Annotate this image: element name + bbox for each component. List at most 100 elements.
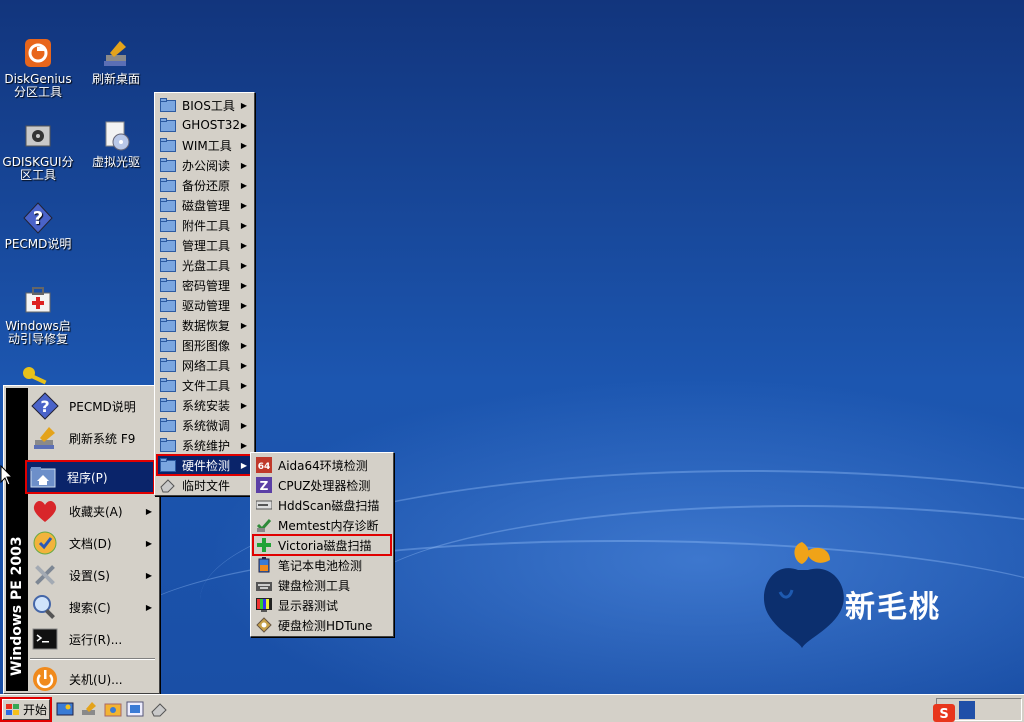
programs-item-14[interactable]: 文件工具 ▶ [157, 375, 252, 395]
submenu-arrow-icon: ▶ [240, 340, 247, 350]
desktop-icon-gdiskgui[interactable]: GDISKGUI分区工具 [0, 120, 76, 182]
programs-item-9[interactable]: 密码管理 ▶ [157, 275, 252, 295]
start-item-search[interactable]: 搜索(C) ▶ [28, 591, 157, 623]
submenu-arrow-icon: ▶ [145, 570, 152, 580]
hardware-item-8[interactable]: 硬盘检测HDTune [253, 615, 391, 635]
quicklaunch-desktop-icon[interactable] [56, 700, 74, 718]
hardware-item-6[interactable]: 键盘检测工具 [253, 575, 391, 595]
submenu-arrow-icon: ▶ [240, 240, 247, 250]
diskgenius-icon [25, 39, 51, 67]
folder-icon [160, 138, 176, 152]
documents-icon [33, 531, 57, 555]
start-item-pecmd-help[interactable]: ? PECMD说明 [28, 390, 157, 422]
programs-item-19[interactable]: 临时文件 [157, 475, 252, 495]
submenu-arrow-icon: ▶ [240, 460, 247, 470]
folder-icon [160, 338, 176, 352]
programs-item-0[interactable]: BIOS工具 ▶ [157, 95, 252, 115]
submenu-arrow-icon: ▶ [240, 220, 247, 230]
quicklaunch-broom-icon[interactable] [80, 700, 98, 718]
desktop-icon-pecmd[interactable]: ? PECMD说明 [0, 202, 76, 251]
folder-icon [160, 98, 176, 112]
brand-text: 新毛桃 [845, 590, 941, 625]
hardware-item-1[interactable]: Z CPUZ处理器检测 [253, 475, 391, 495]
start-item-run[interactable]: 运行(R)... [28, 623, 157, 655]
hardware-item-5[interactable]: 笔记本电池检测 [253, 555, 391, 575]
folder-icon [160, 438, 176, 452]
mouse-cursor-icon [0, 465, 14, 486]
start-item-documents[interactable]: 文档(D) ▶ [28, 527, 157, 559]
system-tray: S [933, 698, 1022, 722]
submenu-arrow-icon: ▶ [240, 160, 247, 170]
folder-icon [160, 118, 176, 132]
hardware-item-2[interactable]: HddScan磁盘扫描 [253, 495, 391, 515]
folder-icon [160, 178, 176, 192]
programs-item-18[interactable]: 硬件检测 ▶ [156, 454, 253, 476]
programs-item-15[interactable]: 系统安装 ▶ [157, 395, 252, 415]
monitor-test-icon [256, 598, 272, 612]
programs-item-10[interactable]: 驱动管理 ▶ [157, 295, 252, 315]
folder-icon [160, 398, 176, 412]
folder-icon [160, 358, 176, 372]
submenu-arrow-icon: ▶ [145, 538, 152, 548]
hardware-item-0[interactable]: 64 Aida64环境检测 [253, 455, 391, 475]
submenu-arrow-icon: ▶ [240, 280, 247, 290]
desktop-icon-diskgenius[interactable]: DiskGenius分区工具 [0, 37, 76, 99]
quicklaunch-eraser-icon[interactable] [150, 700, 168, 718]
programs-item-12[interactable]: 图形图像 ▶ [157, 335, 252, 355]
svg-text:S: S [939, 707, 948, 722]
folder-icon [160, 218, 176, 232]
programs-item-1[interactable]: GHOST32 ▶ [157, 115, 252, 135]
tools-icon [35, 565, 55, 585]
hardware-item-4[interactable]: Victoria磁盘扫描 [252, 534, 392, 556]
start-button[interactable]: 开始 [0, 697, 52, 722]
first-aid-kit-icon [25, 287, 51, 313]
broom-icon [104, 41, 126, 66]
quicklaunch-screen-icon[interactable] [126, 700, 144, 718]
hardware-item-3[interactable]: Memtest内存诊断 [253, 515, 391, 535]
hardware-item-7[interactable]: 显示器测试 [253, 595, 391, 615]
quicklaunch-explorer-icon[interactable] [104, 700, 122, 718]
taskbar: 开始 S [0, 694, 1024, 722]
folder-icon [160, 458, 176, 472]
programs-item-2[interactable]: WIM工具 ▶ [157, 135, 252, 155]
folder-icon [160, 318, 176, 332]
programs-item-17[interactable]: 系统维护 ▶ [157, 435, 252, 455]
programs-item-3[interactable]: 办公阅读 ▶ [157, 155, 252, 175]
terminal-icon [32, 628, 58, 650]
ime-mode-icon[interactable] [959, 701, 975, 719]
folder-icon [160, 278, 176, 292]
programs-item-6[interactable]: 附件工具 ▶ [157, 215, 252, 235]
programs-item-7[interactable]: 管理工具 ▶ [157, 235, 252, 255]
submenu-arrow-icon: ▶ [240, 260, 247, 270]
hddscan-icon [256, 500, 272, 510]
brand-logo: 新毛桃 [760, 540, 990, 650]
start-item-refresh-system[interactable]: 刷新系统 F9 [28, 422, 157, 454]
programs-item-8[interactable]: 光盘工具 ▶ [157, 255, 252, 275]
start-item-settings[interactable]: 设置(S) ▶ [28, 559, 157, 591]
start-item-programs[interactable]: 程序(P) [25, 460, 155, 494]
programs-item-16[interactable]: 系统微调 ▶ [157, 415, 252, 435]
submenu-arrow-icon: ▶ [240, 400, 247, 410]
desktop-icon-virtual-drive[interactable]: 虚拟光驱 [78, 120, 154, 169]
programs-item-11[interactable]: 数据恢复 ▶ [157, 315, 252, 335]
start-item-favorites[interactable]: 收藏夹(A) ▶ [28, 495, 157, 527]
hdtune-icon [256, 617, 272, 633]
programs-submenu: BIOS工具 ▶ GHOST32 ▶ WIM工具 ▶ 办公阅读 ▶ 备份还原 ▶ 磁盘管理 ▶ 附件工具… [154, 92, 255, 496]
hardware-submenu: 64 Aida64环境检测 Z CPUZ处理器检测 HddScan磁盘扫描 Memtest… [250, 452, 394, 637]
magnifier-icon [33, 595, 55, 619]
ime-logo-icon[interactable]: S [933, 704, 955, 722]
offscreen-icons [0, 0, 160, 4]
desktop-icon-boot-repair[interactable]: Windows启动引导修复 [0, 284, 76, 346]
programs-folder-icon [30, 467, 56, 488]
tray-clock[interactable] [981, 701, 1019, 717]
programs-item-13[interactable]: 网络工具 ▶ [157, 355, 252, 375]
heart-icon [33, 501, 57, 522]
folder-icon [160, 418, 176, 432]
svg-text:?: ? [33, 208, 43, 229]
desktop-icon-refresh[interactable]: 刷新桌面 [78, 37, 154, 86]
submenu-arrow-icon: ▶ [240, 320, 247, 330]
start-item-shutdown[interactable]: 关机(U)... [28, 663, 157, 695]
submenu-arrow-icon: ▶ [240, 200, 247, 210]
programs-item-5[interactable]: 磁盘管理 ▶ [157, 195, 252, 215]
programs-item-4[interactable]: 备份还原 ▶ [157, 175, 252, 195]
